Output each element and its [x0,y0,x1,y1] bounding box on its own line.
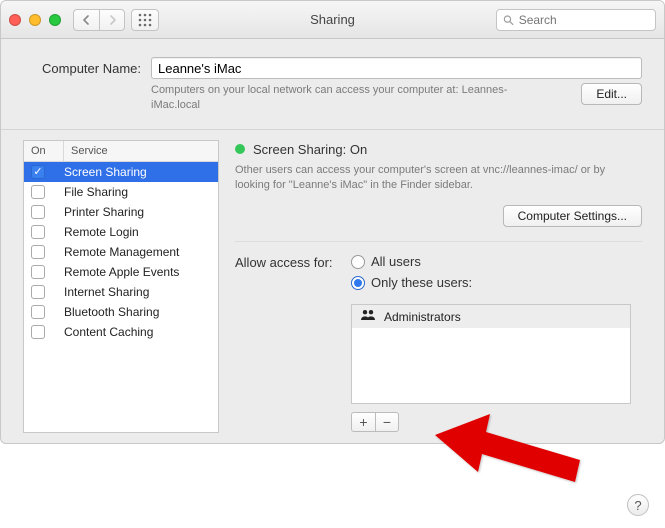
service-row[interactable]: Internet Sharing [24,282,218,302]
services-header-on: On [24,141,64,161]
service-label: Remote Login [64,225,211,239]
service-row[interactable]: Remote Apple Events [24,262,218,282]
nav-buttons [73,9,125,31]
service-row[interactable]: ✓ Screen Sharing [24,162,218,182]
service-checkbox[interactable] [31,265,45,279]
search-input[interactable] [519,13,649,27]
allow-access-label: Allow access for: [235,254,343,270]
radio-icon [351,255,365,269]
back-button[interactable] [73,9,99,31]
users-list[interactable]: Administrators [351,304,631,404]
edit-hostname-button[interactable]: Edit... [581,83,642,105]
window-controls [9,14,61,26]
radio-only-users[interactable]: Only these users: [351,275,631,290]
add-user-button[interactable]: + [351,412,375,432]
service-checkbox[interactable] [31,325,45,339]
search-field-wrap[interactable] [496,9,656,31]
service-label: File Sharing [64,185,211,199]
radio-icon [351,276,365,290]
computer-name-label: Computer Name: [23,61,151,76]
help-button[interactable]: ? [627,494,649,516]
divider [235,241,642,242]
people-icon [360,309,376,324]
computer-settings-button[interactable]: Computer Settings... [503,205,642,227]
remove-user-button[interactable]: − [375,412,399,432]
radio-all-label: All users [371,254,421,269]
minimize-window-button[interactable] [29,14,41,26]
search-icon [503,14,514,26]
forward-button[interactable] [99,9,125,31]
service-label: Content Caching [64,325,211,339]
service-row[interactable]: Printer Sharing [24,202,218,222]
service-checkbox[interactable] [31,285,45,299]
service-label: Remote Management [64,245,211,259]
service-row[interactable]: Remote Login [24,222,218,242]
service-row[interactable]: Content Caching [24,322,218,342]
service-row[interactable]: File Sharing [24,182,218,202]
status-description: Other users can access your computer's s… [235,163,642,194]
service-label: Printer Sharing [64,205,211,219]
service-checkbox[interactable] [31,245,45,259]
computer-name-subtext: Computers on your local network can acce… [151,83,511,113]
service-label: Remote Apple Events [64,265,211,279]
radio-only-label: Only these users: [371,275,472,290]
services-header-service: Service [64,141,115,161]
divider [1,129,664,130]
service-label: Screen Sharing [64,165,211,179]
titlebar: Sharing [1,1,664,39]
service-label: Internet Sharing [64,285,211,299]
radio-all-users[interactable]: All users [351,254,631,269]
computer-name-input[interactable] [151,57,642,79]
service-checkbox[interactable] [31,205,45,219]
service-checkbox[interactable] [31,225,45,239]
service-label: Bluetooth Sharing [64,305,211,319]
close-window-button[interactable] [9,14,21,26]
service-checkbox[interactable] [31,305,45,319]
services-table: On Service ✓ Screen Sharing File Sharing Pr… [23,140,219,433]
show-all-button[interactable] [131,9,159,31]
service-checkbox[interactable]: ✓ [31,165,45,179]
user-label: Administrators [384,310,461,324]
status-dot-icon [235,144,245,154]
zoom-window-button[interactable] [49,14,61,26]
service-row[interactable]: Remote Management [24,242,218,262]
service-detail: Screen Sharing: On Other users can acces… [235,140,642,433]
service-checkbox[interactable] [31,185,45,199]
status-title: Screen Sharing: On [253,142,367,157]
service-row[interactable]: Bluetooth Sharing [24,302,218,322]
user-row[interactable]: Administrators [352,305,630,328]
